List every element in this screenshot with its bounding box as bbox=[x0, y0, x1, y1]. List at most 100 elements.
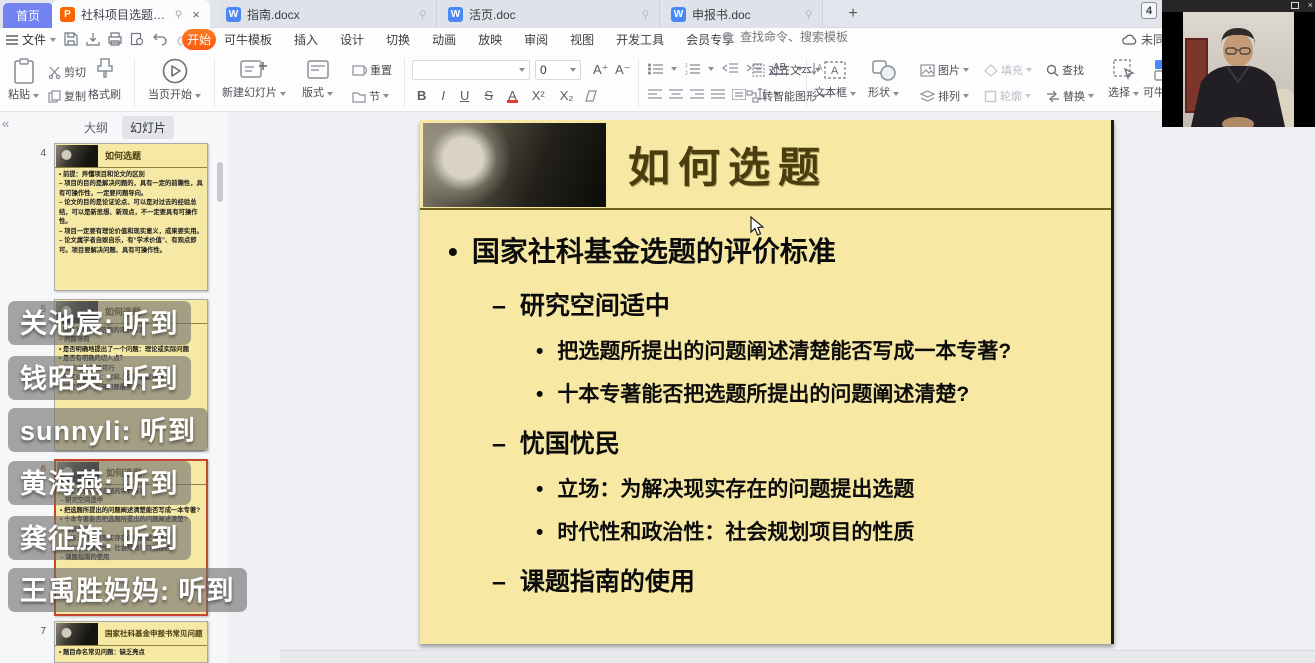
font-family-select[interactable] bbox=[412, 60, 530, 80]
shrink-font-button[interactable]: A⁻ bbox=[612, 62, 634, 78]
strikethrough-button[interactable]: S bbox=[481, 88, 496, 103]
webcam-titlebar[interactable]: × bbox=[1162, 0, 1315, 12]
slide-body[interactable]: •国家社科基金选题的评价标准 –研究空间适中 •把选题所提出的问题阐述清楚能否写… bbox=[448, 220, 1097, 598]
align-right-icon[interactable] bbox=[690, 89, 704, 100]
bold-button[interactable]: B bbox=[414, 88, 429, 103]
layout-button[interactable]: 版式 bbox=[302, 58, 333, 100]
ribbon-tab-insert[interactable]: 插入 bbox=[294, 31, 318, 48]
pin-icon[interactable] bbox=[803, 9, 814, 20]
wps-presentation-icon: P bbox=[60, 7, 75, 22]
slide-thumbnail-7[interactable]: 国家社科基金申报书常见问题 • 题目命名常见问题：缺乏亮点 bbox=[54, 621, 208, 663]
command-search[interactable] bbox=[722, 30, 900, 44]
wheat-photo-thumb bbox=[56, 145, 98, 167]
arrange-button[interactable]: 排列 bbox=[920, 88, 969, 104]
chevron-down-icon bbox=[570, 68, 576, 72]
search-icon bbox=[722, 31, 735, 44]
font-size-select[interactable]: 0 bbox=[535, 60, 581, 80]
tab-outline[interactable]: 大纲 bbox=[76, 116, 116, 139]
tab-doc-zhinan[interactable]: W 指南.docx bbox=[218, 0, 437, 28]
replace-button[interactable]: 替换 bbox=[1046, 88, 1094, 104]
select-button[interactable]: 选择 bbox=[1108, 58, 1139, 100]
bullet-level2: –研究空间适中 bbox=[492, 286, 1097, 322]
copy-button[interactable]: 复制 bbox=[48, 88, 86, 104]
reset-button[interactable]: 重置 bbox=[352, 62, 392, 78]
title-divider bbox=[420, 208, 1111, 210]
search-input[interactable] bbox=[740, 30, 900, 44]
picture-button[interactable]: 图片 bbox=[920, 62, 969, 78]
slide-number: 7 bbox=[28, 626, 46, 637]
align-text-icon bbox=[752, 64, 765, 77]
grow-font-button[interactable]: A⁺ bbox=[590, 62, 612, 78]
new-slide-button[interactable]: 新建幻灯片 bbox=[222, 58, 286, 100]
save-icon[interactable] bbox=[64, 32, 78, 46]
bullet-list-icon[interactable] bbox=[648, 63, 663, 75]
chevron-down-icon[interactable] bbox=[671, 67, 677, 71]
tab-presentation[interactable]: P 社科项目选题与...济学院2022 × bbox=[52, 0, 210, 28]
ribbon-tab-design[interactable]: 设计 bbox=[340, 31, 364, 48]
chevron-down-icon bbox=[1133, 92, 1139, 96]
font-color-button[interactable]: A bbox=[505, 88, 520, 103]
subscript-button[interactable]: X₂ bbox=[557, 88, 577, 103]
cut-button[interactable]: 剪切 bbox=[48, 64, 86, 80]
format-painter-button[interactable]: 格式刷 bbox=[88, 58, 121, 102]
ribbon-tab-start[interactable]: 开始 bbox=[182, 29, 216, 50]
align-left-icon[interactable] bbox=[648, 89, 662, 100]
file-menu[interactable]: 文件 bbox=[6, 31, 56, 48]
sync-status[interactable]: 未同 bbox=[1122, 31, 1165, 48]
window-tab-bar: 首页 P 社科项目选题与...济学院2022 × W 指南.docx W 活页.… bbox=[0, 0, 1315, 28]
chevron-down-icon[interactable] bbox=[708, 67, 714, 71]
home-tab[interactable]: 首页 bbox=[3, 3, 53, 28]
justify-icon[interactable] bbox=[711, 89, 725, 100]
output-icon[interactable] bbox=[86, 32, 100, 46]
ribbon-tab-keniu[interactable]: 可牛模板 bbox=[224, 31, 272, 48]
ribbon-tab-transition[interactable]: 切换 bbox=[386, 31, 410, 48]
shapes-button[interactable]: 形状 bbox=[868, 58, 899, 100]
close-icon[interactable]: × bbox=[190, 7, 202, 22]
webcam-window[interactable]: × bbox=[1162, 0, 1315, 127]
textbox-button[interactable]: A 文本框 bbox=[814, 58, 856, 100]
sidebar-scrollbar[interactable] bbox=[217, 162, 223, 202]
play-icon bbox=[162, 58, 188, 84]
current-slide[interactable]: 如何选题 •国家社科基金选题的评价标准 –研究空间适中 •把选题所提出的问题阐述… bbox=[420, 120, 1114, 644]
pin-icon[interactable] bbox=[173, 9, 184, 20]
underline-button[interactable]: U bbox=[457, 88, 472, 103]
decrease-indent-icon[interactable] bbox=[722, 63, 738, 75]
undo-icon[interactable] bbox=[152, 32, 168, 46]
clear-format-icon[interactable] bbox=[585, 90, 599, 102]
close-icon[interactable]: × bbox=[1308, 0, 1313, 10]
fill-button[interactable]: 填充 bbox=[984, 62, 1032, 78]
slide-number: 4 bbox=[28, 148, 46, 159]
tab-doc-huoye[interactable]: W 活页.doc bbox=[440, 0, 660, 28]
align-text-button[interactable]: 对齐文本 bbox=[752, 62, 821, 78]
print-preview-icon[interactable] bbox=[130, 32, 144, 46]
italic-button[interactable]: I bbox=[438, 88, 448, 103]
pin-icon[interactable] bbox=[417, 9, 428, 20]
section-icon bbox=[352, 90, 366, 103]
brush-icon bbox=[95, 58, 115, 84]
align-center-icon[interactable] bbox=[669, 89, 683, 100]
find-button[interactable]: 查找 bbox=[1046, 62, 1084, 78]
restore-window-icon[interactable] bbox=[1291, 2, 1299, 9]
ribbon-tab-animation[interactable]: 动画 bbox=[432, 31, 456, 48]
play-from-current-button[interactable]: 当页开始 bbox=[148, 58, 201, 102]
ribbon-tab-devtools[interactable]: 开发工具 bbox=[616, 31, 664, 48]
section-button[interactable]: 节 bbox=[352, 88, 389, 104]
ribbon-tab-slideshow[interactable]: 放映 bbox=[478, 31, 502, 48]
paste-button[interactable]: 粘贴 bbox=[8, 58, 39, 102]
slide-thumbnail-4[interactable]: 如何选题 • 前提：弄懂项目和论文的区别 – 项目的目的是解决问题的，具有一定的… bbox=[54, 143, 208, 291]
pin-icon[interactable] bbox=[640, 9, 651, 20]
ribbon-tab-review[interactable]: 审阅 bbox=[524, 31, 548, 48]
chevron-down-icon bbox=[1025, 94, 1031, 98]
numbered-list-icon[interactable]: 12 bbox=[685, 63, 700, 75]
distribute-icon[interactable] bbox=[732, 89, 746, 100]
tab-count-badge[interactable]: 4 bbox=[1141, 2, 1157, 19]
chat-message: 钱昭英: 听到 bbox=[8, 356, 191, 400]
new-tab-button[interactable]: + bbox=[843, 4, 863, 24]
outline-button[interactable]: 轮廓 bbox=[984, 88, 1031, 104]
print-icon[interactable] bbox=[108, 32, 122, 46]
tab-slides[interactable]: 幻灯片 bbox=[122, 116, 174, 139]
tab-doc-shenbaoshu[interactable]: W 申报书.doc bbox=[663, 0, 823, 28]
superscript-button[interactable]: X² bbox=[529, 88, 548, 103]
ribbon-tab-view[interactable]: 视图 bbox=[570, 31, 594, 48]
chevron-down-icon bbox=[850, 92, 856, 96]
